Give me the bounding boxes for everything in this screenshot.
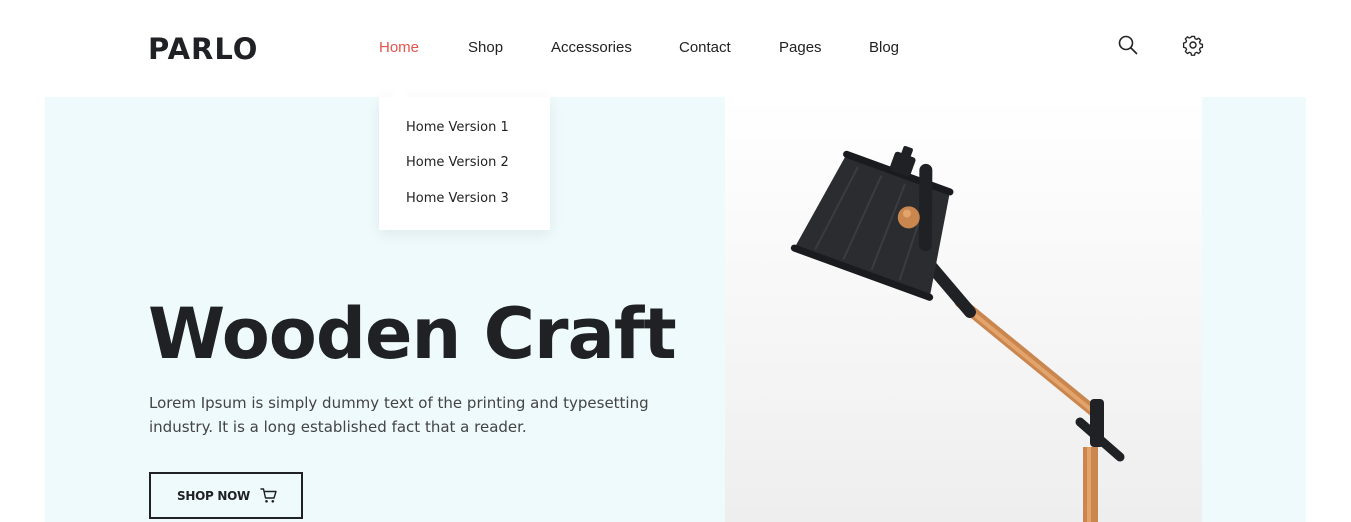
search-icon[interactable] <box>1117 34 1139 56</box>
dropdown-caret <box>391 87 409 97</box>
shop-now-button[interactable]: SHOP NOW <box>149 472 303 519</box>
nav-item-accessories[interactable]: Accessories <box>551 39 632 56</box>
dropdown-item-home-version-2[interactable]: Home Version 2 <box>406 155 509 170</box>
hero-description: Lorem Ipsum is simply dummy text of the … <box>149 394 649 436</box>
nav-item-pages[interactable]: Pages <box>779 39 822 56</box>
brand-logo[interactable]: PARLO <box>148 32 258 66</box>
home-dropdown-menu: Home Version 1 Home Version 2 Home Versi… <box>379 97 550 230</box>
nav-item-contact[interactable]: Contact <box>679 39 731 56</box>
gear-icon[interactable] <box>1182 34 1204 56</box>
nav-item-home[interactable]: Home <box>379 39 419 56</box>
cart-icon <box>260 487 278 504</box>
nav-item-shop[interactable]: Shop <box>468 39 503 56</box>
dropdown-item-home-version-1[interactable]: Home Version 1 <box>406 120 509 135</box>
hero-lamp-image <box>725 97 1202 522</box>
shop-now-label: SHOP NOW <box>177 489 250 503</box>
hero-title: Wooden Craft <box>148 293 677 375</box>
nav-item-blog[interactable]: Blog <box>869 39 899 56</box>
dropdown-item-home-version-3[interactable]: Home Version 3 <box>406 191 509 206</box>
